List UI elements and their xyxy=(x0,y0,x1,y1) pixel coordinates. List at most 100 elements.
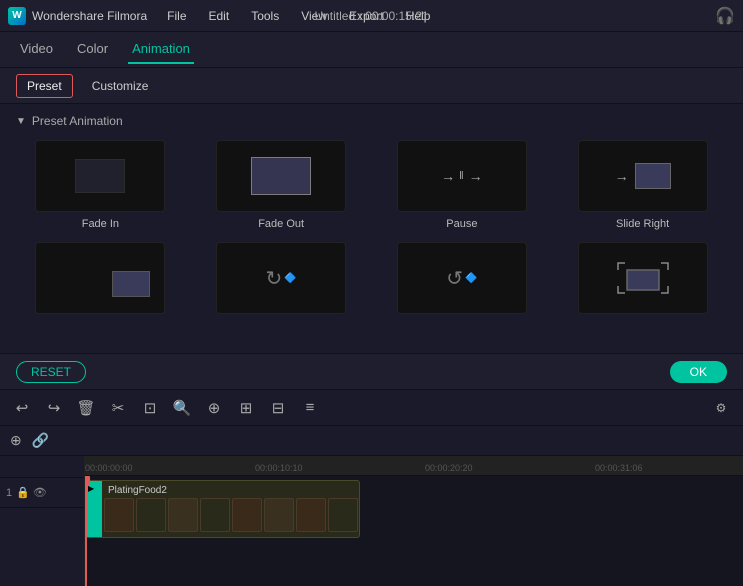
anim-thumb-fade-in[interactable] xyxy=(35,140,165,212)
tab-animation[interactable]: Animation xyxy=(128,35,194,64)
window-title: Untitled : 00:00:15:21 xyxy=(314,9,428,23)
menu-tools[interactable]: Tools xyxy=(241,5,289,27)
section-label: Preset Animation xyxy=(32,114,123,128)
action-bar: RESET OK xyxy=(0,354,743,390)
track-number: 1 xyxy=(6,487,12,499)
anim-thumb-slide-right[interactable]: → xyxy=(578,140,708,212)
cut-icon[interactable]: ✂ xyxy=(106,396,130,420)
pip-icon[interactable]: ⊞ xyxy=(234,396,258,420)
anim-label-fade-out: Fade Out xyxy=(258,218,304,230)
main-tabs: Video Color Animation xyxy=(0,32,743,68)
slide-right-content: → xyxy=(615,163,671,189)
anim-thumb-pause[interactable]: → ‖ → xyxy=(397,140,527,212)
clip-thumb-7 xyxy=(296,498,326,532)
anim-slide-right[interactable]: → Slide Right xyxy=(558,140,727,230)
anim-thumb-8[interactable] xyxy=(578,242,708,314)
anim-thumb-6[interactable]: ↻ 🔷 xyxy=(216,242,346,314)
collapse-icon[interactable]: ▼ xyxy=(16,116,26,127)
rotate-cw-icon: ↻ 🔷 xyxy=(266,266,297,291)
tick-1: 00:00:10:10 xyxy=(255,456,303,476)
visibility-icon[interactable]: 👁 xyxy=(33,486,47,499)
settings-icon[interactable]: ⚙ xyxy=(709,396,733,420)
slide-right-rect xyxy=(635,163,671,189)
clip-thumbnails xyxy=(104,497,358,533)
title-bar: W Wondershare Filmora File Edit Tools Vi… xyxy=(0,0,743,32)
ok-button[interactable]: OK xyxy=(670,361,727,383)
pause-bar: ‖ xyxy=(459,170,465,182)
clip-thumb-8 xyxy=(328,498,358,532)
headphone-icon[interactable]: 🎧 xyxy=(715,6,735,26)
tick-3: 00:00:31:06 xyxy=(595,456,643,476)
filter-icon[interactable]: ≡ xyxy=(298,396,322,420)
anim-fade-out[interactable]: Fade Out xyxy=(197,140,366,230)
track-label-icons: 🔒 👁 xyxy=(16,486,47,499)
app-name: Wondershare Filmora xyxy=(32,9,147,23)
anim-label-slide-right: Slide Right xyxy=(616,218,669,230)
timeline-controls: ⊕ 🔗 xyxy=(0,426,743,456)
clip-thumb-1 xyxy=(104,498,134,532)
expand-icon xyxy=(613,258,673,298)
timeline-main: 1 🔒 👁 00:00:00:00 00:00:10:10 00:00:20:2… xyxy=(0,456,743,586)
clip-label: PlatingFood2 xyxy=(104,483,171,498)
tab-color[interactable]: Color xyxy=(73,35,112,64)
track-label-1: 1 🔒 👁 xyxy=(0,478,84,508)
clip-thumb-2 xyxy=(136,498,166,532)
subtab-customize[interactable]: Customize xyxy=(81,74,160,98)
crop-icon[interactable]: ⊡ xyxy=(138,396,162,420)
anim-6[interactable]: ↻ 🔷 xyxy=(197,242,366,320)
fade-in-rect xyxy=(75,159,125,193)
tick-2: 00:00:20:20 xyxy=(425,456,473,476)
tab-video[interactable]: Video xyxy=(16,35,57,64)
animation-grid: Fade In Fade Out → ‖ → Pause → xyxy=(16,140,727,320)
ruler-bar: 00:00:00:00 00:00:10:10 00:00:20:20 00:0… xyxy=(85,456,743,476)
rotate-icon[interactable]: ⊕ xyxy=(202,396,226,420)
anim-label-pause: Pause xyxy=(446,218,477,230)
anim-label-fade-in: Fade In xyxy=(82,218,119,230)
timeline-ruler: 00:00:00:00 00:00:10:10 00:00:20:20 00:0… xyxy=(85,456,743,586)
tick-0: 00:00:00:00 xyxy=(85,456,133,476)
track-labels: 1 🔒 👁 xyxy=(0,456,85,586)
sub-tabs: Preset Customize xyxy=(0,68,743,104)
logo-icon: W xyxy=(8,7,26,25)
add-track-icon[interactable]: ⊕ xyxy=(10,432,22,449)
animation-panel: ▼ Preset Animation Fade In Fade Out → ‖ … xyxy=(0,104,743,354)
link-icon[interactable]: 🔗 xyxy=(32,432,49,449)
anim-fade-in[interactable]: Fade In xyxy=(16,140,185,230)
anim-5[interactable] xyxy=(16,242,185,320)
redo-icon[interactable]: ↪ xyxy=(42,396,66,420)
menu-file[interactable]: File xyxy=(157,5,196,27)
timeline-toolbar: ↩ ↪ 🗑 ✂ ⊡ 🔍 ⊕ ⊞ ⊟ ≡ ⚙ xyxy=(0,390,743,426)
clip-thumb-3 xyxy=(168,498,198,532)
anim-8[interactable] xyxy=(558,242,727,320)
fade-out-rect xyxy=(251,157,311,195)
anim-thumb-7[interactable]: ↺ 🔷 xyxy=(397,242,527,314)
playhead-head xyxy=(85,476,90,486)
lock-icon[interactable]: 🔒 xyxy=(16,486,30,499)
menu-bar: File Edit Tools View Export Help xyxy=(157,5,715,27)
video-clip[interactable]: ▶ PlatingFood2 xyxy=(85,480,360,538)
undo-icon[interactable]: ↩ xyxy=(10,396,34,420)
anim-pause[interactable]: → ‖ → Pause xyxy=(378,140,547,230)
section-header: ▼ Preset Animation xyxy=(16,114,727,128)
anim-thumb-fade-out[interactable] xyxy=(216,140,346,212)
subtab-preset[interactable]: Preset xyxy=(16,74,73,98)
delete-icon[interactable]: 🗑 xyxy=(74,396,98,420)
clip-thumb-5 xyxy=(232,498,262,532)
arrow-left: → xyxy=(441,168,455,184)
anim-7[interactable]: ↺ 🔷 xyxy=(378,242,547,320)
anim-thumb-5[interactable] xyxy=(35,242,165,314)
timeline-area: ⊕ 🔗 1 🔒 👁 00:00:00:00 00:00:10:10 00:00:… xyxy=(0,426,743,586)
pause-arrows: → ‖ → xyxy=(441,168,483,184)
app-logo: W Wondershare Filmora xyxy=(8,7,147,25)
clip-play-icon: ▶ xyxy=(86,481,102,537)
menu-edit[interactable]: Edit xyxy=(199,5,240,27)
reset-button[interactable]: RESET xyxy=(16,361,86,383)
split-icon[interactable]: ⊟ xyxy=(266,396,290,420)
clip-thumb-4 xyxy=(200,498,230,532)
clip-thumb-6 xyxy=(264,498,294,532)
zoom-in-icon[interactable]: 🔍 xyxy=(170,396,194,420)
anim5-rect xyxy=(112,271,150,297)
arrow-right: → xyxy=(469,168,483,184)
slide-right-arrow: → xyxy=(615,168,629,184)
ruler-label xyxy=(0,456,84,478)
